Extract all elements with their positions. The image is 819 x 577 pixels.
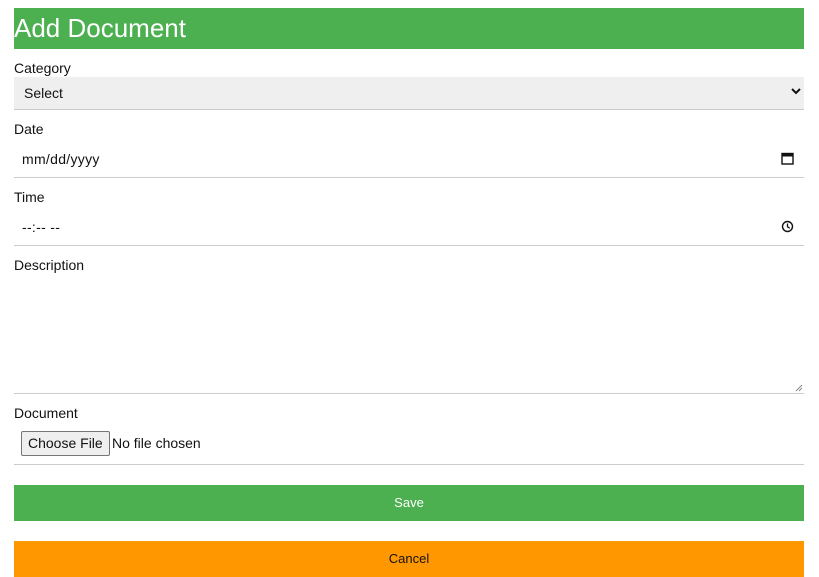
- page-title: Add Document: [14, 13, 186, 43]
- choose-file-button[interactable]: Choose File: [21, 431, 110, 456]
- resize-grip-icon[interactable]: [795, 384, 803, 392]
- document-file-input[interactable]: Choose File No file chosen: [14, 422, 804, 465]
- time-label: Time: [14, 189, 45, 205]
- date-placeholder: mm/dd/yyyy: [22, 151, 100, 167]
- description-textarea[interactable]: [14, 274, 804, 394]
- save-button[interactable]: Save: [14, 485, 804, 521]
- clock-icon[interactable]: [781, 220, 794, 233]
- cancel-button[interactable]: Cancel: [14, 541, 804, 577]
- time-input[interactable]: --:-- --: [14, 206, 804, 246]
- category-select[interactable]: Select: [14, 77, 804, 110]
- calendar-icon[interactable]: [781, 152, 794, 165]
- chevron-down-icon: [791, 88, 801, 95]
- category-label: Category: [14, 60, 71, 76]
- time-placeholder: --:-- --: [22, 219, 61, 235]
- file-status-text: No file chosen: [112, 435, 201, 451]
- description-label: Description: [14, 257, 85, 273]
- category-selected-value: Select: [24, 85, 63, 101]
- document-label: Document: [14, 405, 78, 421]
- form-header: Add Document: [14, 8, 804, 49]
- date-label: Date: [14, 121, 44, 137]
- date-input[interactable]: mm/dd/yyyy: [14, 138, 804, 178]
- add-document-form: Add Document Category Select Date mm/dd/…: [14, 8, 804, 577]
